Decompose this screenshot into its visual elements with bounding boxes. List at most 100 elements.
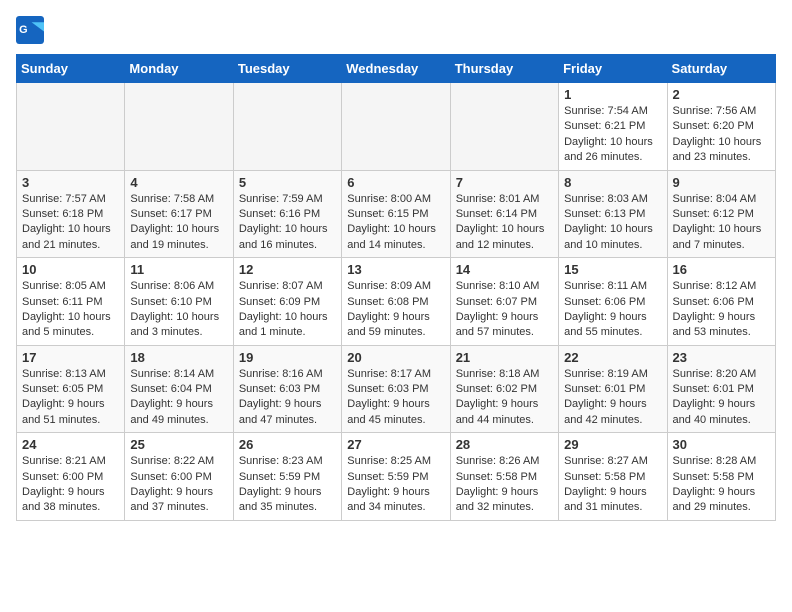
calendar-cell: 2 Sunrise: 7:56 AMSunset: 6:20 PMDaylight… <box>667 83 775 171</box>
day-number: 19 <box>239 350 336 365</box>
day-number: 24 <box>22 437 119 452</box>
day-info: Sunrise: 8:22 AMSunset: 6:00 PMDaylight:… <box>130 454 227 516</box>
day-number: 21 <box>456 350 553 365</box>
day-number: 3 <box>22 175 119 190</box>
day-number: 29 <box>564 437 661 452</box>
day-number: 1 <box>564 87 661 102</box>
logo-icon: G <box>16 16 44 44</box>
day-info: Sunrise: 7:59 AMSunset: 6:16 PMDaylight:… <box>239 192 336 254</box>
week-row-2: 3 Sunrise: 7:57 AMSunset: 6:18 PMDaylight… <box>17 170 776 258</box>
week-row-5: 24Sunrise: 8:21 AMSunset: 6:00 PMDayligh… <box>17 433 776 521</box>
day-info: Sunrise: 8:06 AMSunset: 6:10 PMDaylight:… <box>130 279 227 341</box>
calendar-cell: 28 Sunrise: 8:26 AMSunset: 5:58 PMDayligh… <box>450 433 558 521</box>
day-info: Sunrise: 8:10 AMSunset: 6:07 PMDaylight:… <box>456 279 553 341</box>
day-number: 4 <box>130 175 227 190</box>
day-info: Sunrise: 7:56 AMSunset: 6:20 PMDaylight:… <box>673 104 770 166</box>
day-info: Sunrise: 8:05 AMSunset: 6:11 PMDaylight:… <box>22 279 119 341</box>
calendar-cell: 22Sunrise: 8:19 AMSunset: 6:01 PMDayligh… <box>559 345 667 433</box>
header-row: SundayMondayTuesdayWednesdayThursdayFrid… <box>17 55 776 83</box>
day-number: 22 <box>564 350 661 365</box>
calendar-cell: 26 Sunrise: 8:23 AMSunset: 5:59 PMDayligh… <box>233 433 341 521</box>
day-info: Sunrise: 8:11 AMSunset: 6:06 PMDaylight:… <box>564 279 661 341</box>
calendar-cell: 30 Sunrise: 8:28 AMSunset: 5:58 PMDayligh… <box>667 433 775 521</box>
calendar-cell: 24Sunrise: 8:21 AMSunset: 6:00 PMDayligh… <box>17 433 125 521</box>
day-number: 16 <box>673 262 770 277</box>
calendar-cell: 20Sunrise: 8:17 AMSunset: 6:03 PMDayligh… <box>342 345 450 433</box>
day-number: 13 <box>347 262 444 277</box>
calendar-cell: 8Sunrise: 8:03 AMSunset: 6:13 PMDaylight… <box>559 170 667 258</box>
day-number: 2 <box>673 87 770 102</box>
week-row-4: 17Sunrise: 8:13 AMSunset: 6:05 PMDayligh… <box>17 345 776 433</box>
calendar-cell <box>450 83 558 171</box>
day-number: 18 <box>130 350 227 365</box>
calendar-table: SundayMondayTuesdayWednesdayThursdayFrid… <box>16 54 776 521</box>
calendar-cell: 10 Sunrise: 8:05 AMSunset: 6:11 PMDayligh… <box>17 258 125 346</box>
calendar-cell: 19 Sunrise: 8:16 AMSunset: 6:03 PMDayligh… <box>233 345 341 433</box>
calendar-cell: 7 Sunrise: 8:01 AMSunset: 6:14 PMDaylight… <box>450 170 558 258</box>
header-day-tuesday: Tuesday <box>233 55 341 83</box>
day-info: Sunrise: 8:28 AMSunset: 5:58 PMDaylight:… <box>673 454 770 516</box>
calendar-cell: 18 Sunrise: 8:14 AMSunset: 6:04 PMDayligh… <box>125 345 233 433</box>
day-number: 26 <box>239 437 336 452</box>
day-info: Sunrise: 8:20 AMSunset: 6:01 PMDaylight:… <box>673 367 770 429</box>
calendar-cell: 3 Sunrise: 7:57 AMSunset: 6:18 PMDaylight… <box>17 170 125 258</box>
calendar-cell: 4 Sunrise: 7:58 AMSunset: 6:17 PMDaylight… <box>125 170 233 258</box>
day-info: Sunrise: 7:57 AMSunset: 6:18 PMDaylight:… <box>22 192 119 254</box>
calendar-cell: 16Sunrise: 8:12 AMSunset: 6:06 PMDayligh… <box>667 258 775 346</box>
calendar-cell <box>233 83 341 171</box>
week-row-1: 1Sunrise: 7:54 AMSunset: 6:21 PMDaylight… <box>17 83 776 171</box>
header-day-saturday: Saturday <box>667 55 775 83</box>
day-number: 9 <box>673 175 770 190</box>
calendar-cell: 27 Sunrise: 8:25 AMSunset: 5:59 PMDayligh… <box>342 433 450 521</box>
day-number: 15 <box>564 262 661 277</box>
calendar-cell: 12 Sunrise: 8:07 AMSunset: 6:09 PMDayligh… <box>233 258 341 346</box>
calendar-cell: 15 Sunrise: 8:11 AMSunset: 6:06 PMDayligh… <box>559 258 667 346</box>
calendar-cell: 1Sunrise: 7:54 AMSunset: 6:21 PMDaylight… <box>559 83 667 171</box>
day-info: Sunrise: 7:58 AMSunset: 6:17 PMDaylight:… <box>130 192 227 254</box>
calendar-cell: 9 Sunrise: 8:04 AMSunset: 6:12 PMDaylight… <box>667 170 775 258</box>
day-info: Sunrise: 8:25 AMSunset: 5:59 PMDaylight:… <box>347 454 444 516</box>
day-number: 10 <box>22 262 119 277</box>
calendar-cell <box>125 83 233 171</box>
header-day-sunday: Sunday <box>17 55 125 83</box>
calendar-cell: 13 Sunrise: 8:09 AMSunset: 6:08 PMDayligh… <box>342 258 450 346</box>
day-number: 12 <box>239 262 336 277</box>
week-row-3: 10 Sunrise: 8:05 AMSunset: 6:11 PMDayligh… <box>17 258 776 346</box>
day-info: Sunrise: 8:16 AMSunset: 6:03 PMDaylight:… <box>239 367 336 429</box>
day-info: Sunrise: 8:14 AMSunset: 6:04 PMDaylight:… <box>130 367 227 429</box>
day-info: Sunrise: 8:26 AMSunset: 5:58 PMDaylight:… <box>456 454 553 516</box>
calendar-cell: 14 Sunrise: 8:10 AMSunset: 6:07 PMDayligh… <box>450 258 558 346</box>
day-number: 14 <box>456 262 553 277</box>
day-info: Sunrise: 8:23 AMSunset: 5:59 PMDaylight:… <box>239 454 336 516</box>
day-number: 20 <box>347 350 444 365</box>
calendar-cell <box>342 83 450 171</box>
day-info: Sunrise: 8:00 AMSunset: 6:15 PMDaylight:… <box>347 192 444 254</box>
day-number: 28 <box>456 437 553 452</box>
day-info: Sunrise: 8:09 AMSunset: 6:08 PMDaylight:… <box>347 279 444 341</box>
day-number: 5 <box>239 175 336 190</box>
header-day-monday: Monday <box>125 55 233 83</box>
day-number: 23 <box>673 350 770 365</box>
calendar-cell: 23 Sunrise: 8:20 AMSunset: 6:01 PMDayligh… <box>667 345 775 433</box>
day-info: Sunrise: 8:07 AMSunset: 6:09 PMDaylight:… <box>239 279 336 341</box>
day-number: 11 <box>130 262 227 277</box>
calendar-cell: 17Sunrise: 8:13 AMSunset: 6:05 PMDayligh… <box>17 345 125 433</box>
calendar-cell: 11 Sunrise: 8:06 AMSunset: 6:10 PMDayligh… <box>125 258 233 346</box>
calendar-cell: 6 Sunrise: 8:00 AMSunset: 6:15 PMDaylight… <box>342 170 450 258</box>
day-number: 8 <box>564 175 661 190</box>
day-info: Sunrise: 8:27 AMSunset: 5:58 PMDaylight:… <box>564 454 661 516</box>
day-number: 6 <box>347 175 444 190</box>
calendar-cell: 5 Sunrise: 7:59 AMSunset: 6:16 PMDaylight… <box>233 170 341 258</box>
day-info: Sunrise: 8:01 AMSunset: 6:14 PMDaylight:… <box>456 192 553 254</box>
calendar-cell <box>17 83 125 171</box>
day-info: Sunrise: 8:04 AMSunset: 6:12 PMDaylight:… <box>673 192 770 254</box>
day-number: 7 <box>456 175 553 190</box>
svg-text:G: G <box>19 24 27 36</box>
day-number: 30 <box>673 437 770 452</box>
header-day-friday: Friday <box>559 55 667 83</box>
day-info: Sunrise: 8:18 AMSunset: 6:02 PMDaylight:… <box>456 367 553 429</box>
logo: G <box>16 16 46 44</box>
day-number: 27 <box>347 437 444 452</box>
day-number: 25 <box>130 437 227 452</box>
day-info: Sunrise: 8:13 AMSunset: 6:05 PMDaylight:… <box>22 367 119 429</box>
